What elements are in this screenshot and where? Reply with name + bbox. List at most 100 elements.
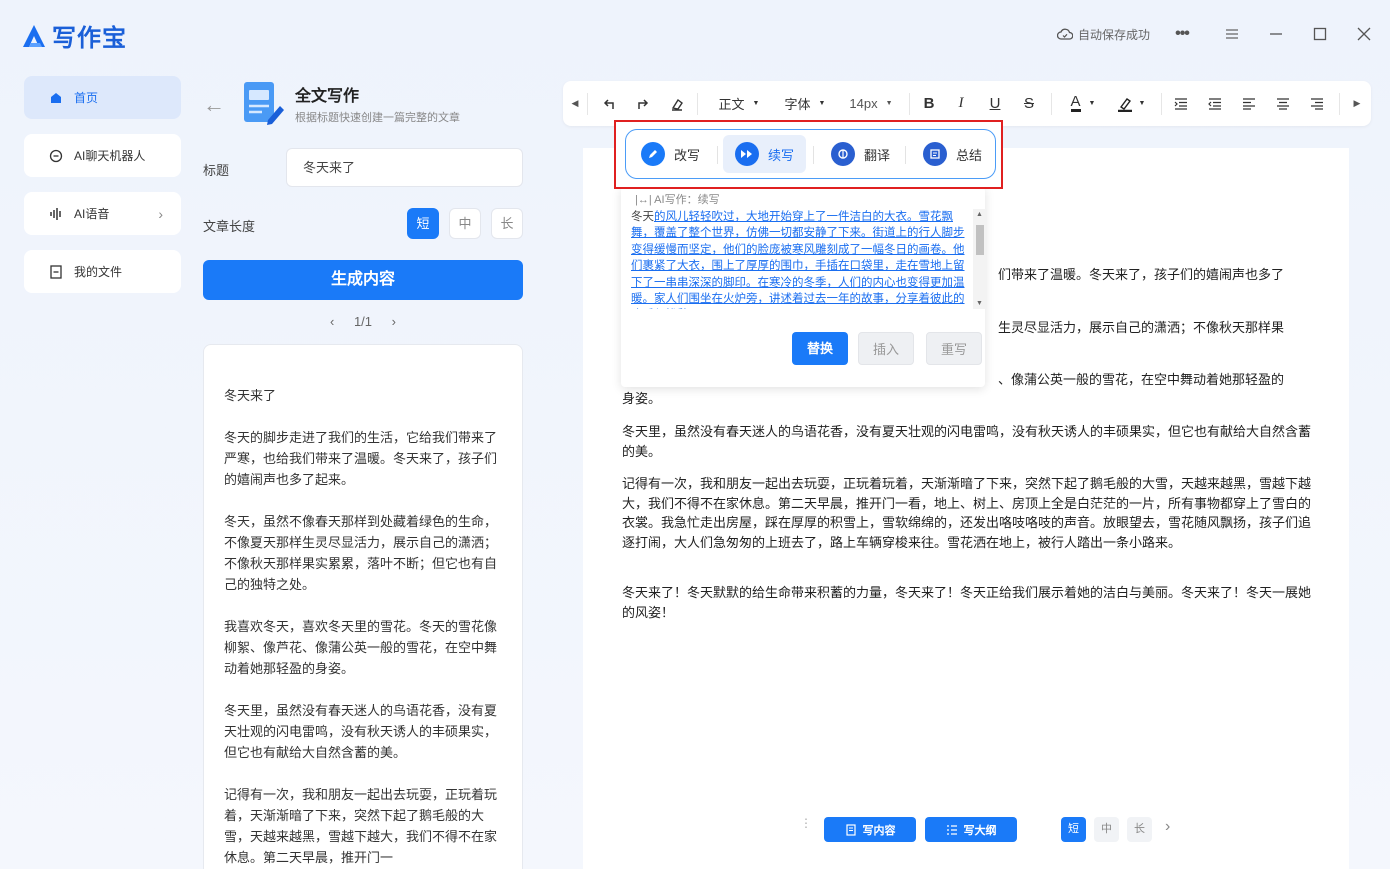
prev-page-icon[interactable]: ‹ (330, 314, 334, 329)
next-page-icon[interactable]: › (392, 314, 396, 329)
result-card[interactable]: 冬天来了 冬天的脚步走进了我们的生活，它给我们带来了严寒，也给我们带来了温暖。冬… (203, 344, 523, 869)
fast-forward-icon (735, 142, 759, 166)
bottom-action-bar: ⋮ 写内容 写大纲 短 中 长 › (778, 806, 1187, 854)
bottom-length-medium[interactable]: 中 (1094, 817, 1119, 842)
chevron-right-icon[interactable]: › (1165, 818, 1170, 836)
editor-paragraph: 记得有一次，我和朋友一起出去玩耍，正玩着玩着，天渐渐暗了下来，突然下起了鹅毛般的… (622, 476, 1312, 550)
dropdown-icon: ▼ (818, 100, 826, 107)
autosave-text: 自动保存成功 (1077, 27, 1150, 42)
pencil-icon (641, 142, 665, 166)
ai-action-menu: 改写 续写 翻译 总结 (625, 129, 996, 179)
window-controls: 自动保存成功 ••• (1056, 18, 1390, 50)
ai-popup-header: |↔| AI写作：续写 (635, 194, 720, 206)
font-color-icon: A (1070, 93, 1081, 112)
indent-decrease-icon[interactable] (1205, 81, 1225, 126)
sidebar-item-voice[interactable]: AI语音 › (24, 192, 181, 235)
summary-icon (923, 142, 947, 166)
align-right-icon[interactable] (1307, 81, 1327, 126)
sidebar-item-label: AI聊天机器人 (74, 149, 146, 163)
panel-title: 全文写作 (295, 88, 360, 105)
editor-paragraph: 、像蒲公英一般的雪花，在空中舞动着她那轻盈的 (998, 372, 1285, 387)
dropdown-icon: ▼ (752, 100, 760, 107)
result-paragraph: 冬天里，虽然没有春天迷人的鸟语花香，没有夏天壮观的闪电雷鸣，没有秋天诱人的丰硕果… (224, 703, 498, 760)
font-color-button[interactable]: A ▼ (1063, 81, 1103, 126)
indent-increase-icon[interactable] (1171, 81, 1191, 126)
ai-generated-text: 冬天的风儿轻轻吹过，大地开始穿上了一件洁白的大衣。雪花飘舞，覆盖了整个世界，仿佛… (631, 211, 965, 306)
replace-button[interactable]: 替换 (792, 332, 848, 365)
sidebar-item-label: AI语音 (74, 207, 110, 221)
document-icon (845, 823, 856, 836)
rewrite-menu-item[interactable]: 改写 (629, 135, 712, 173)
editor-paragraph: 生灵尽显活力，展示自己的潇洒；不像秋天那样果 (998, 320, 1285, 335)
document-write-icon (244, 82, 284, 125)
toolbar-scroll-right-icon[interactable]: ▶ (1351, 81, 1363, 126)
app-name: 写作宝 (52, 25, 127, 52)
logo-icon (23, 24, 45, 47)
panel-subtitle: 根据标题快速创建一篇完整的文章 (295, 112, 460, 124)
editor-paragraph: 身姿。 (622, 391, 662, 406)
editor-paragraph: 冬天里，虽然没有春天迷人的鸟语花香，没有夏天壮观的闪电雷鸣，没有秋天诱人的丰硕果… (622, 424, 1312, 459)
drag-handle-icon[interactable]: ⋮ (800, 817, 812, 829)
ai-result-popup: |↔| AI写作：续写 冬天的风儿轻轻吹过，大地开始穿上了一件洁白的大衣。雪花飘… (621, 187, 987, 387)
sidebar-item-files[interactable]: 我的文件 (24, 250, 181, 293)
app-logo: 写作宝 (20, 18, 127, 53)
scrollbar[interactable]: ▲ ▼ (973, 209, 987, 309)
length-label: 文章长度 (203, 219, 256, 234)
align-center-icon[interactable] (1273, 81, 1293, 126)
panel-header: ← 全文写作 根据标题快速创建一篇完整的文章 (203, 80, 523, 126)
result-paragraph: 冬天的脚步走进了我们的生活，它给我们带来了严寒，也给我们带来了温暖。冬天来了，孩… (224, 430, 498, 487)
toolbar-scroll-left-icon[interactable]: ◀ (569, 81, 581, 126)
dropdown-icon: ▼ (885, 100, 893, 107)
more-icon[interactable]: ••• (1172, 24, 1192, 44)
back-arrow-icon[interactable]: ← (203, 92, 225, 118)
autosave-status: 自动保存成功 (1056, 26, 1150, 43)
summary-menu-item[interactable]: 总结 (911, 135, 994, 173)
result-paragraph: 我喜欢冬天，喜欢冬天里的雪花。冬天的雪花像柳絮、像芦花、像蒲公英一般的雪花，在空… (224, 619, 498, 676)
highlight-color-button[interactable]: ▼ (1111, 81, 1151, 126)
voice-wave-icon (48, 206, 64, 222)
title-input[interactable]: 冬天来了 (286, 148, 523, 187)
bottom-length-long[interactable]: 长 (1127, 817, 1152, 842)
length-short-button[interactable]: 短 (407, 208, 439, 239)
result-paragraph: 冬天，虽然不像春天那样到处藏着绿色的生命，不像夏天那样生灵尽显活力，展示自己的潇… (224, 514, 498, 592)
sidebar-item-label: 首页 (74, 91, 99, 105)
translate-menu-item[interactable]: 翻译 (819, 135, 902, 173)
dropdown-icon: ▼ (1088, 100, 1096, 107)
minimize-icon[interactable] (1266, 24, 1286, 44)
maximize-icon[interactable] (1310, 24, 1330, 44)
result-pager: ‹ 1/1 › (203, 314, 523, 329)
result-paragraph: 冬天来了 (224, 388, 277, 403)
page-indicator: 1/1 (353, 314, 373, 329)
generate-button[interactable]: 生成内容 (203, 260, 523, 300)
result-paragraph: 记得有一次，我和朋友一起出去玩耍，正玩着玩着，天渐渐暗了下来，突然下起了鹅毛般的… (224, 787, 498, 865)
editor-paragraph: 冬天来了！冬天默默的给生命带来积蓄的力量，冬天来了！冬天正给我们展示着她的洁白与… (622, 585, 1312, 620)
length-long-button[interactable]: 长 (491, 208, 523, 239)
highlighter-icon (1117, 97, 1132, 112)
cloud-icon (1056, 28, 1073, 40)
ai-text-scroll[interactable]: 冬天的风儿轻轻吹过，大地开始穿上了一件洁白的大衣。雪花飘舞，覆盖了整个世界，仿佛… (631, 209, 987, 309)
chevron-right-icon: › (158, 205, 163, 222)
menu-icon[interactable] (1222, 24, 1242, 44)
insert-button[interactable]: 插入 (858, 332, 914, 365)
chat-icon (48, 148, 64, 164)
file-icon (48, 264, 64, 280)
continue-menu-item[interactable]: 续写 (723, 135, 807, 173)
sidebar-item-chatbot[interactable]: AI聊天机器人 (24, 134, 181, 177)
write-content-button[interactable]: 写内容 (824, 817, 916, 842)
write-outline-button[interactable]: 写大纲 (925, 817, 1017, 842)
title-label: 标题 (203, 163, 230, 178)
expand-icon[interactable]: |↔| (635, 194, 652, 206)
sidebar-item-label: 我的文件 (74, 265, 123, 279)
bottom-length-short[interactable]: 短 (1061, 817, 1086, 842)
translate-icon (831, 142, 855, 166)
sidebar-item-home[interactable]: 首页 (24, 76, 181, 119)
editor-paragraph: 们带来了温暖。冬天来了，孩子们的嬉闹声也多了 (998, 267, 1285, 282)
align-left-icon[interactable] (1239, 81, 1259, 126)
rewrite-button[interactable]: 重写 (926, 332, 982, 365)
length-medium-button[interactable]: 中 (449, 208, 481, 239)
strikethrough-button[interactable]: S (1019, 81, 1039, 126)
ai-action-menu-highlight: 改写 续写 翻译 总结 (614, 120, 1003, 189)
home-icon (48, 90, 64, 106)
list-icon (946, 824, 957, 835)
close-icon[interactable] (1354, 24, 1374, 44)
